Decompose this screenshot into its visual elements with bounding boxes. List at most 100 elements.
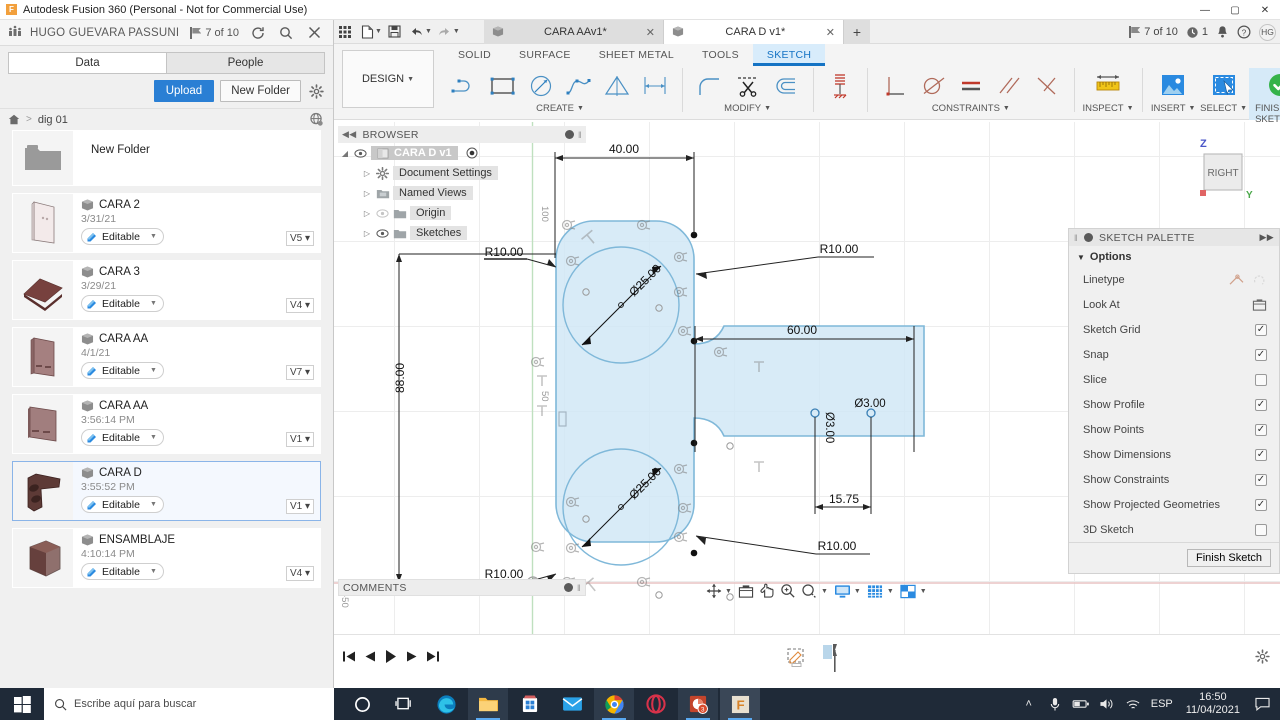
cortana-icon[interactable] <box>342 688 382 720</box>
circle-icon[interactable] <box>522 68 560 104</box>
slice-checkbox[interactable] <box>1255 373 1267 386</box>
status-badge[interactable]: Editable ▼ <box>81 362 164 379</box>
mirror-icon[interactable] <box>598 68 636 104</box>
version-badge[interactable]: V1 ▾ <box>285 432 314 447</box>
spline-icon[interactable] <box>560 68 598 104</box>
ribbon-group-label[interactable]: CREATE ▼ <box>536 103 584 114</box>
file-menu-caret[interactable]: ▼ <box>375 28 382 35</box>
volume-icon[interactable] <box>1094 688 1120 720</box>
list-item[interactable]: ENSAMBLAJE 4:10:14 PM Editable ▼ V4 ▾ <box>12 528 321 588</box>
tab-data[interactable]: Data <box>8 52 166 74</box>
task-view-icon[interactable] <box>384 688 424 720</box>
line-icon[interactable] <box>446 68 484 104</box>
list-item[interactable]: CARA AA 3:56:14 PM Editable ▼ V1 ▾ <box>12 394 321 454</box>
offset-icon[interactable] <box>767 68 805 104</box>
opera-icon[interactable] <box>636 688 676 720</box>
clock[interactable]: 16:50 11/04/2021 <box>1178 691 1248 717</box>
recent-activity[interactable]: 1 <box>1186 26 1208 39</box>
chevron-down-icon[interactable]: ▼ <box>150 568 157 575</box>
jobs-status[interactable]: 7 of 10 <box>1128 26 1178 38</box>
select-arrow-icon[interactable] <box>1201 68 1247 104</box>
show-projected-geometries-checkbox[interactable] <box>1255 498 1267 511</box>
show-points-checkbox[interactable] <box>1255 423 1267 436</box>
tab-solid[interactable]: SOLID <box>444 44 505 66</box>
ribbon-group-label[interactable]: CONSTRAINTS ▼ <box>932 103 1010 114</box>
wifi-icon[interactable] <box>1120 688 1146 720</box>
tangent-icon[interactable] <box>914 68 952 104</box>
app-grid-icon[interactable] <box>334 21 356 43</box>
chevron-down-icon[interactable]: ▼ <box>150 367 157 374</box>
edge-icon[interactable] <box>426 688 466 720</box>
browser-minimize-icon[interactable] <box>564 130 574 139</box>
close-icon[interactable]: ✕ <box>646 26 655 39</box>
globe-icon[interactable] <box>309 112 325 128</box>
linetype-construction-icon[interactable] <box>1252 273 1267 286</box>
sketch-canvas[interactable]: 100 50 -50 40.00 88.00 60.00 15.75 Ø3.00… <box>334 122 1280 634</box>
redo-menu-caret[interactable]: ▼ <box>453 28 460 35</box>
ribbon-group-label[interactable]: MODIFY ▼ <box>724 103 771 114</box>
close-button[interactable]: ✕ <box>1250 0 1280 20</box>
zoom-icon[interactable] <box>779 581 798 601</box>
comments-minimize-icon[interactable] <box>563 583 573 592</box>
maximize-button[interactable]: ▢ <box>1220 0 1250 20</box>
equal-icon[interactable] <box>952 68 990 104</box>
new-tab-button[interactable]: + <box>844 20 870 44</box>
tab-sheet-metal[interactable]: SHEET METAL <box>585 44 688 66</box>
microphone-icon[interactable] <box>1042 688 1068 720</box>
fillet-icon[interactable] <box>691 68 729 104</box>
expand-arrow-icon[interactable]: ▷ <box>362 229 372 238</box>
insert-image-icon[interactable] <box>1150 68 1196 104</box>
browser-node-origin[interactable]: ▷ Origin <box>338 203 586 223</box>
action-center-icon[interactable] <box>1248 688 1276 720</box>
sketch-grid-checkbox[interactable] <box>1255 323 1267 336</box>
expand-arrow-icon[interactable]: ▷ <box>362 209 372 218</box>
ribbon-group-label[interactable]: SELECT ▼ <box>1200 103 1247 114</box>
version-badge[interactable]: V4 ▾ <box>285 566 314 581</box>
play-icon[interactable] <box>384 649 398 664</box>
lookat-button[interactable] <box>1252 298 1267 312</box>
new-folder-button[interactable]: New Folder <box>220 80 301 102</box>
chrome-icon[interactable] <box>594 688 634 720</box>
parallel-icon[interactable] <box>990 68 1028 104</box>
gear-icon[interactable] <box>307 82 325 100</box>
collapse-left-icon[interactable]: ◀◀ <box>342 129 356 140</box>
show-constraints-checkbox[interactable] <box>1255 473 1267 486</box>
timeline-end-marker[interactable] <box>822 643 838 673</box>
language-indicator[interactable]: ESP <box>1146 698 1178 710</box>
ribbon-group-label[interactable]: INSERT ▼ <box>1151 103 1196 114</box>
zoom-window-icon[interactable] <box>800 581 819 601</box>
browser-node-document-settings[interactable]: ▷ Document Settings <box>338 163 586 183</box>
job-status-badge[interactable]: 7 of 10 <box>189 26 239 39</box>
battery-icon[interactable] <box>1068 688 1094 720</box>
search-icon[interactable] <box>277 24 295 42</box>
file-explorer-icon[interactable] <box>468 688 508 720</box>
3d-sketch-checkbox[interactable] <box>1255 523 1267 536</box>
snap-checkbox[interactable] <box>1255 348 1267 361</box>
mail-icon[interactable] <box>552 688 592 720</box>
last-icon[interactable] <box>426 650 440 663</box>
tab-people[interactable]: People <box>166 52 325 74</box>
pan-icon[interactable] <box>758 581 777 601</box>
show-dimensions-checkbox[interactable] <box>1255 448 1267 461</box>
eye-icon[interactable] <box>376 227 389 240</box>
undo-menu-caret[interactable]: ▼ <box>425 28 432 35</box>
grid-menu-caret[interactable]: ▼ <box>887 588 894 595</box>
ribbon-group-finish-sketch[interactable]: FINISH SKETCH▼ <box>1249 68 1280 125</box>
version-badge[interactable]: V1 ▾ <box>285 499 314 514</box>
microsoft-store-icon[interactable] <box>510 688 550 720</box>
rectangle-icon[interactable] <box>484 68 522 104</box>
list-item[interactable]: CARA 2 3/31/21 Editable ▼ V5 ▾ <box>12 193 321 253</box>
display-settings-icon[interactable] <box>833 581 852 601</box>
previous-icon[interactable] <box>364 650 376 663</box>
chevron-down-icon[interactable]: ▼ <box>150 233 157 240</box>
comments-grip[interactable]: ‖ <box>577 583 581 593</box>
workspace-selector[interactable]: DESIGN ▼ <box>342 50 434 108</box>
close-panel-icon[interactable] <box>305 24 323 42</box>
browser-node-root[interactable]: ◢ CARA D v1 <box>338 143 586 163</box>
component-activate-radio[interactable] <box>466 147 478 159</box>
dimension-icon[interactable] <box>636 68 674 104</box>
minimize-button[interactable]: — <box>1190 0 1220 20</box>
fusion360-icon[interactable]: F <box>720 688 760 720</box>
timeline-feature-sketch[interactable] <box>786 647 808 669</box>
show-profile-checkbox[interactable] <box>1255 398 1267 411</box>
